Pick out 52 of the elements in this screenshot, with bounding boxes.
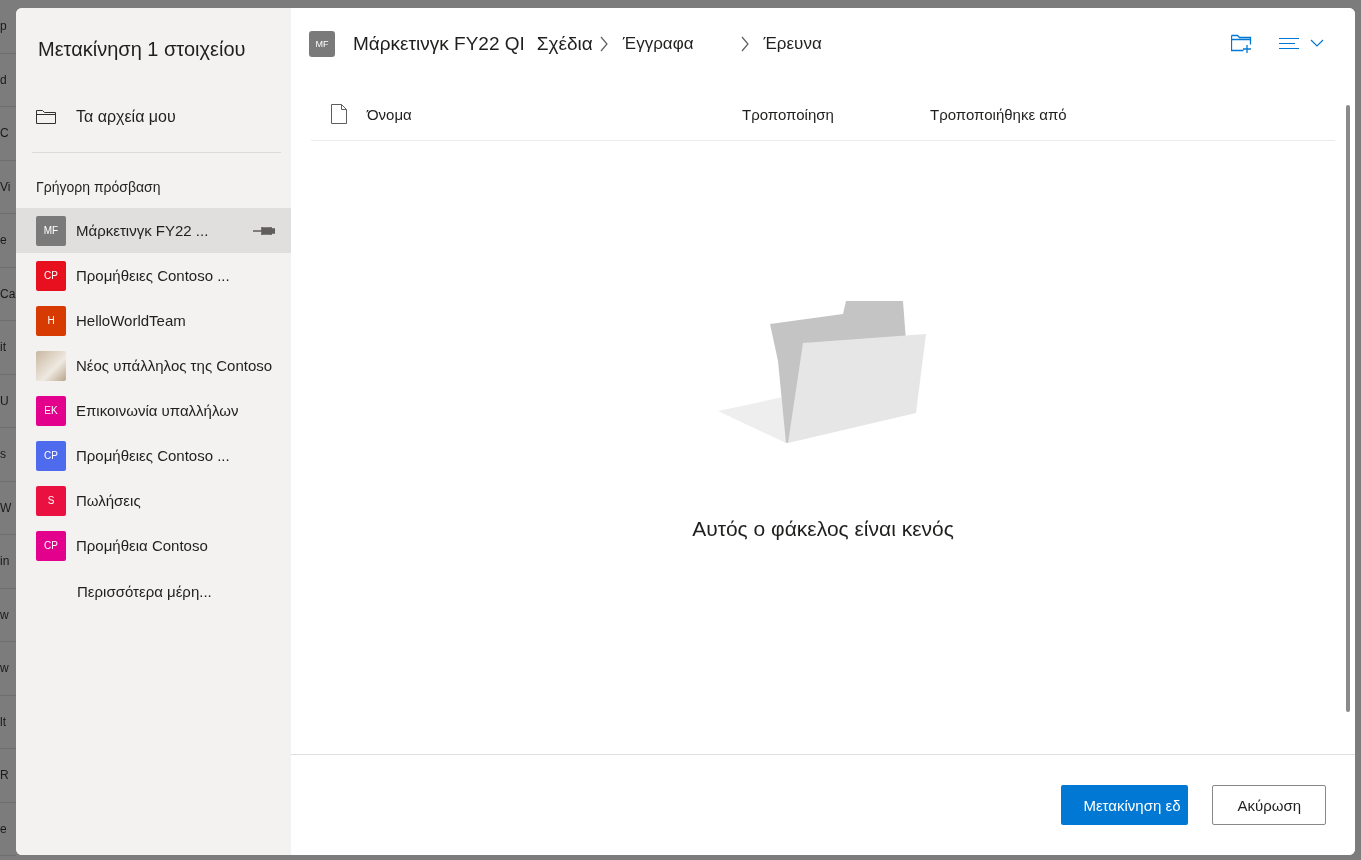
site-avatar: S bbox=[36, 485, 66, 516]
site-avatar: MF bbox=[309, 31, 335, 57]
background-text: Ca bbox=[0, 286, 16, 301]
empty-message: Αυτός ο φάκελος είναι κενός bbox=[692, 517, 954, 541]
background-text: W bbox=[0, 500, 12, 515]
background-text: d bbox=[0, 72, 7, 87]
breadcrumb-link[interactable]: Έρευνα bbox=[757, 34, 828, 54]
background-text: s bbox=[0, 447, 6, 462]
site-avatar: CP bbox=[36, 440, 66, 471]
dialog-title: Μετακίνηση 1 στοιχείου bbox=[38, 38, 247, 62]
background-text: w bbox=[0, 661, 9, 676]
background-text: e bbox=[0, 821, 7, 836]
photo-placeholder bbox=[36, 350, 66, 381]
breadcrumb-link[interactable]: Μάρκετινγκ FY22 QI bbox=[347, 33, 531, 55]
new-folder-icon[interactable] bbox=[1231, 34, 1253, 54]
quick-access-item[interactable]: CP Προμήθειες Contoso ... bbox=[16, 253, 291, 298]
folder-icon bbox=[36, 109, 56, 125]
background-text: p bbox=[0, 19, 7, 34]
background-text: C bbox=[0, 126, 9, 141]
quick-access-item[interactable]: CP Προμήθειες Contoso ... bbox=[16, 433, 291, 478]
column-header[interactable]: Όνομα bbox=[367, 105, 742, 123]
pin-icon[interactable] bbox=[253, 225, 275, 236]
background-text: Vi bbox=[0, 179, 11, 194]
move-here-button[interactable]: Μετακίνηση εδ bbox=[1061, 785, 1189, 825]
site-avatar: EK bbox=[36, 395, 66, 426]
background-text: lt bbox=[0, 714, 6, 729]
quick-access-item[interactable]: MF Μάρκετινγκ FY22 ... bbox=[16, 208, 291, 253]
more-places-link[interactable]: Περισσότερα μέρη... bbox=[77, 576, 212, 606]
column-header[interactable]: Τροποποιήθηκε από bbox=[930, 105, 1335, 123]
breadcrumb-link[interactable]: Σχέδια bbox=[530, 33, 599, 55]
quick-access-item[interactable]: CP Προμήθεια Contoso bbox=[16, 523, 291, 568]
my-files-item[interactable]: Τα αρχεία μου bbox=[36, 100, 291, 134]
file-icon bbox=[331, 104, 347, 124]
section-heading: Γρήγορη πρόσβαση bbox=[36, 179, 162, 195]
background-text: R bbox=[0, 768, 9, 783]
quick-access-item[interactable]: EK Επικοινωνία υπαλλήλων bbox=[16, 388, 291, 433]
site-avatar: CP bbox=[36, 530, 66, 561]
cancel-button[interactable]: Ακύρωση bbox=[1212, 785, 1326, 825]
site-avatar: CP bbox=[36, 260, 66, 291]
site-avatar: MF bbox=[36, 215, 66, 246]
quick-access-item[interactable]: H HelloWorldTeam bbox=[16, 298, 291, 343]
background-text: in bbox=[0, 554, 10, 569]
breadcrumb-link[interactable]: Έγγραφα bbox=[616, 34, 700, 54]
quick-access-item[interactable]: Νέος υπάλληλος της Contoso bbox=[16, 343, 291, 388]
column-header[interactable]: Τροποποίηση bbox=[742, 105, 930, 123]
quick-access-item[interactable]: S Πωλήσεις bbox=[16, 478, 291, 523]
background-text: e bbox=[0, 233, 7, 248]
site-avatar: H bbox=[36, 305, 66, 336]
background-text: w bbox=[0, 607, 9, 622]
sort-menu-icon[interactable] bbox=[1279, 37, 1325, 51]
background-text: U bbox=[0, 393, 9, 408]
background-text: it bbox=[0, 340, 6, 355]
